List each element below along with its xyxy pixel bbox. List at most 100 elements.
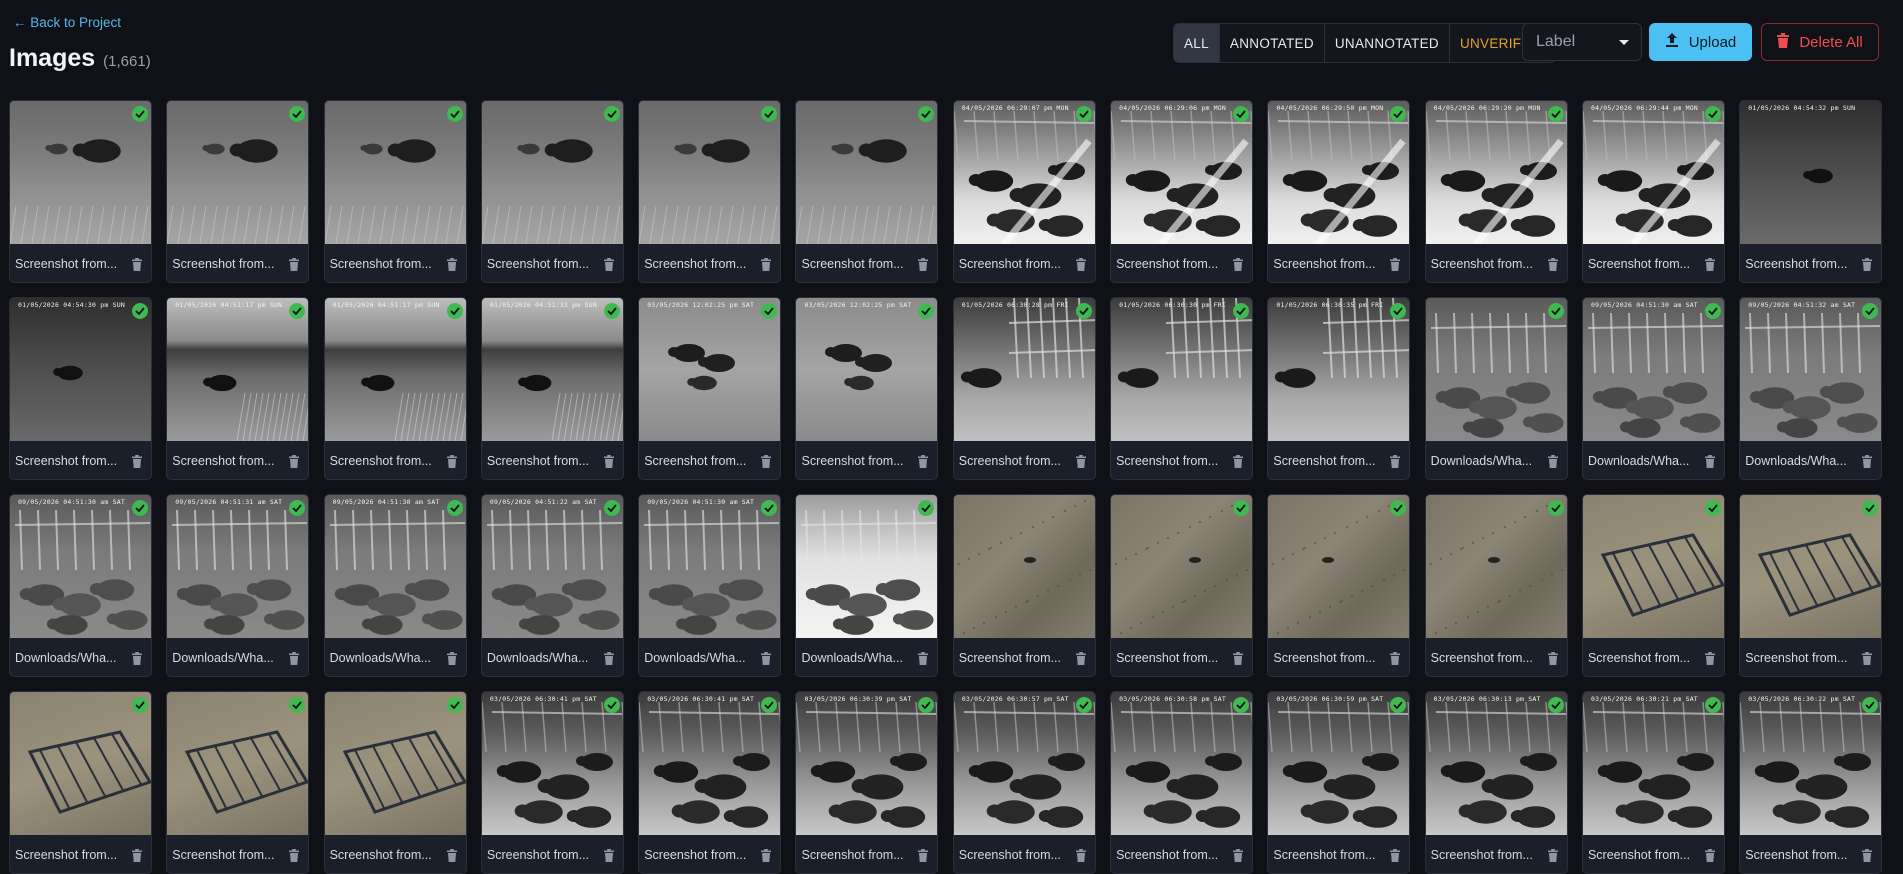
image-card[interactable]: 09/05/2026 04:51:30 am SAT Downloads/Wha.… bbox=[1581, 297, 1725, 480]
image-thumbnail[interactable]: 01/05/2026 04:51:33 pm SUN bbox=[481, 298, 623, 441]
label-select[interactable]: Label bbox=[1522, 23, 1642, 61]
trash-icon[interactable] bbox=[446, 848, 457, 862]
image-card[interactable]: Screenshot from... bbox=[952, 494, 1096, 677]
image-thumbnail[interactable] bbox=[1425, 298, 1567, 441]
trash-icon[interactable] bbox=[289, 848, 300, 862]
image-thumbnail[interactable]: 03/05/2026 06:30:59 pm SAT bbox=[1268, 692, 1410, 835]
image-card[interactable]: 03/05/2026 06:30:41 pm SAT Screenshot fro… bbox=[638, 691, 782, 874]
image-card[interactable]: 01/05/2026 04:51:17 pm SUN Screenshot fro… bbox=[323, 297, 467, 480]
trash-icon[interactable] bbox=[1547, 454, 1558, 468]
trash-icon[interactable] bbox=[1547, 651, 1558, 665]
image-thumbnail[interactable]: 01/05/2026 06:30:28 pm FRI bbox=[953, 298, 1095, 441]
trash-icon[interactable] bbox=[1862, 257, 1873, 271]
trash-icon[interactable] bbox=[1075, 257, 1086, 271]
image-thumbnail[interactable]: 04/05/2026 06:29:06 pm MON bbox=[1111, 101, 1253, 244]
trash-icon[interactable] bbox=[761, 651, 772, 665]
image-thumbnail[interactable]: 03/05/2026 06:30:58 pm SAT bbox=[1111, 692, 1253, 835]
image-card[interactable]: 03/05/2026 12:02:25 pm SAT Screenshot fro… bbox=[795, 297, 939, 480]
image-card[interactable]: 09/05/2026 04:51:30 am SAT Downloads/Wha.… bbox=[9, 494, 152, 677]
trash-icon[interactable] bbox=[918, 651, 929, 665]
image-card[interactable]: Screenshot from... bbox=[166, 691, 310, 874]
trash-icon[interactable] bbox=[1233, 848, 1244, 862]
filter-all-button[interactable]: ALL bbox=[1174, 24, 1220, 62]
image-card[interactable]: 03/05/2026 06:30:22 pm SAT Screenshot fro… bbox=[1739, 691, 1883, 874]
image-card[interactable]: Screenshot from... bbox=[1424, 494, 1568, 677]
image-card[interactable]: 03/05/2026 06:30:21 pm SAT Screenshot fro… bbox=[1581, 691, 1725, 874]
trash-icon[interactable] bbox=[918, 257, 929, 271]
image-thumbnail[interactable] bbox=[1740, 495, 1882, 638]
image-thumbnail[interactable]: 04/05/2026 06:29:20 pm MON bbox=[1425, 101, 1567, 244]
trash-icon[interactable] bbox=[446, 454, 457, 468]
trash-icon[interactable] bbox=[1233, 651, 1244, 665]
image-card[interactable]: 09/05/2026 04:51:30 am SAT Downloads/Wha.… bbox=[638, 494, 782, 677]
image-card[interactable]: 04/05/2026 06:29:06 pm MON Screenshot fro… bbox=[1110, 100, 1254, 283]
image-card[interactable]: 04/05/2026 06:29:44 pm MON Screenshot fro… bbox=[1581, 100, 1725, 283]
upload-button[interactable]: Upload bbox=[1649, 23, 1752, 61]
image-card[interactable]: 01/05/2026 06:30:28 pm FRI Screenshot fro… bbox=[952, 297, 1096, 480]
image-thumbnail[interactable]: 03/05/2026 06:30:22 pm SAT bbox=[1740, 692, 1882, 835]
image-card[interactable]: 01/05/2026 06:30:30 pm FRI Screenshot fro… bbox=[1110, 297, 1254, 480]
image-thumbnail[interactable]: 09/05/2026 04:51:31 am SAT bbox=[167, 495, 309, 638]
trash-icon[interactable] bbox=[761, 848, 772, 862]
image-card[interactable]: Screenshot from... bbox=[1267, 494, 1411, 677]
trash-icon[interactable] bbox=[1075, 848, 1086, 862]
image-thumbnail[interactable] bbox=[10, 692, 151, 835]
image-thumbnail[interactable]: 09/05/2026 04:51:30 am SAT bbox=[324, 495, 466, 638]
image-card[interactable]: Screenshot from... bbox=[480, 100, 624, 283]
image-card[interactable]: 03/05/2026 06:30:41 pm SAT Screenshot fro… bbox=[480, 691, 624, 874]
image-thumbnail[interactable] bbox=[481, 101, 623, 244]
trash-icon[interactable] bbox=[1547, 848, 1558, 862]
trash-icon[interactable] bbox=[132, 848, 142, 862]
filter-unannotated-button[interactable]: UNANNOTATED bbox=[1325, 24, 1450, 62]
image-thumbnail[interactable]: 09/05/2026 04:51:22 am SAT bbox=[481, 495, 623, 638]
image-thumbnail[interactable] bbox=[167, 692, 309, 835]
image-card[interactable]: Screenshot from... bbox=[166, 100, 310, 283]
image-thumbnail[interactable]: 01/05/2026 04:51:17 pm SUN bbox=[324, 298, 466, 441]
image-card[interactable]: 01/05/2026 06:30:35 pm FRI Screenshot fro… bbox=[1267, 297, 1411, 480]
trash-icon[interactable] bbox=[1390, 257, 1401, 271]
trash-icon[interactable] bbox=[446, 651, 457, 665]
filter-annotated-button[interactable]: ANNOTATED bbox=[1220, 24, 1325, 62]
image-thumbnail[interactable]: 09/05/2026 04:51:32 am SAT bbox=[1740, 298, 1882, 441]
trash-icon[interactable] bbox=[1704, 848, 1715, 862]
image-thumbnail[interactable]: 03/05/2026 06:30:13 pm SAT bbox=[1425, 692, 1567, 835]
image-thumbnail[interactable]: 03/05/2026 06:30:57 pm SAT bbox=[953, 692, 1095, 835]
image-thumbnail[interactable] bbox=[324, 692, 466, 835]
image-card[interactable]: Screenshot from... bbox=[9, 691, 152, 874]
image-thumbnail[interactable]: 09/05/2026 04:51:30 am SAT bbox=[10, 495, 151, 638]
image-card[interactable]: Screenshot from... bbox=[9, 100, 152, 283]
trash-icon[interactable] bbox=[1862, 848, 1873, 862]
image-card[interactable]: 03/05/2026 06:30:59 pm SAT Screenshot fro… bbox=[1267, 691, 1411, 874]
image-card[interactable]: 03/05/2026 06:30:57 pm SAT Screenshot fro… bbox=[952, 691, 1096, 874]
trash-icon[interactable] bbox=[1862, 651, 1873, 665]
image-card[interactable]: Screenshot from... bbox=[1581, 494, 1725, 677]
image-thumbnail[interactable] bbox=[1111, 495, 1253, 638]
image-card[interactable]: Screenshot from... bbox=[1739, 494, 1883, 677]
trash-icon[interactable] bbox=[1075, 454, 1086, 468]
image-thumbnail[interactable]: 09/05/2026 04:51:30 am SAT bbox=[1582, 298, 1724, 441]
back-to-project-link[interactable]: ← Back to Project bbox=[13, 15, 121, 30]
trash-icon[interactable] bbox=[603, 454, 614, 468]
image-thumbnail[interactable] bbox=[167, 101, 309, 244]
image-card[interactable]: 03/05/2026 06:30:58 pm SAT Screenshot fro… bbox=[1110, 691, 1254, 874]
image-thumbnail[interactable] bbox=[324, 101, 466, 244]
image-card[interactable]: 01/05/2026 04:51:17 pm SUN Screenshot fro… bbox=[166, 297, 310, 480]
image-card[interactable]: Screenshot from... bbox=[638, 100, 782, 283]
trash-icon[interactable] bbox=[1075, 651, 1086, 665]
trash-icon[interactable] bbox=[918, 848, 929, 862]
image-thumbnail[interactable]: 01/05/2026 06:30:30 pm FRI bbox=[1111, 298, 1253, 441]
image-thumbnail[interactable]: 01/05/2026 04:54:32 pm SUN bbox=[1740, 101, 1882, 244]
trash-icon[interactable] bbox=[132, 454, 142, 468]
trash-icon[interactable] bbox=[1390, 454, 1401, 468]
image-card[interactable]: 04/05/2026 06:29:50 pm MON Screenshot fro… bbox=[1267, 100, 1411, 283]
image-card[interactable]: 03/05/2026 06:30:39 pm SAT Screenshot fro… bbox=[795, 691, 939, 874]
image-thumbnail[interactable]: 04/05/2026 06:29:50 pm MON bbox=[1268, 101, 1410, 244]
image-card[interactable]: 03/05/2026 12:02:25 pm SAT Screenshot fro… bbox=[638, 297, 782, 480]
trash-icon[interactable] bbox=[1862, 454, 1873, 468]
trash-icon[interactable] bbox=[603, 651, 614, 665]
image-thumbnail[interactable] bbox=[796, 101, 938, 244]
image-thumbnail[interactable]: 01/05/2026 04:51:17 pm SUN bbox=[167, 298, 309, 441]
image-thumbnail[interactable]: 03/05/2026 06:30:41 pm SAT bbox=[481, 692, 623, 835]
image-card[interactable]: 09/05/2026 04:51:22 am SAT Downloads/Wha.… bbox=[480, 494, 624, 677]
image-thumbnail[interactable] bbox=[1425, 495, 1567, 638]
